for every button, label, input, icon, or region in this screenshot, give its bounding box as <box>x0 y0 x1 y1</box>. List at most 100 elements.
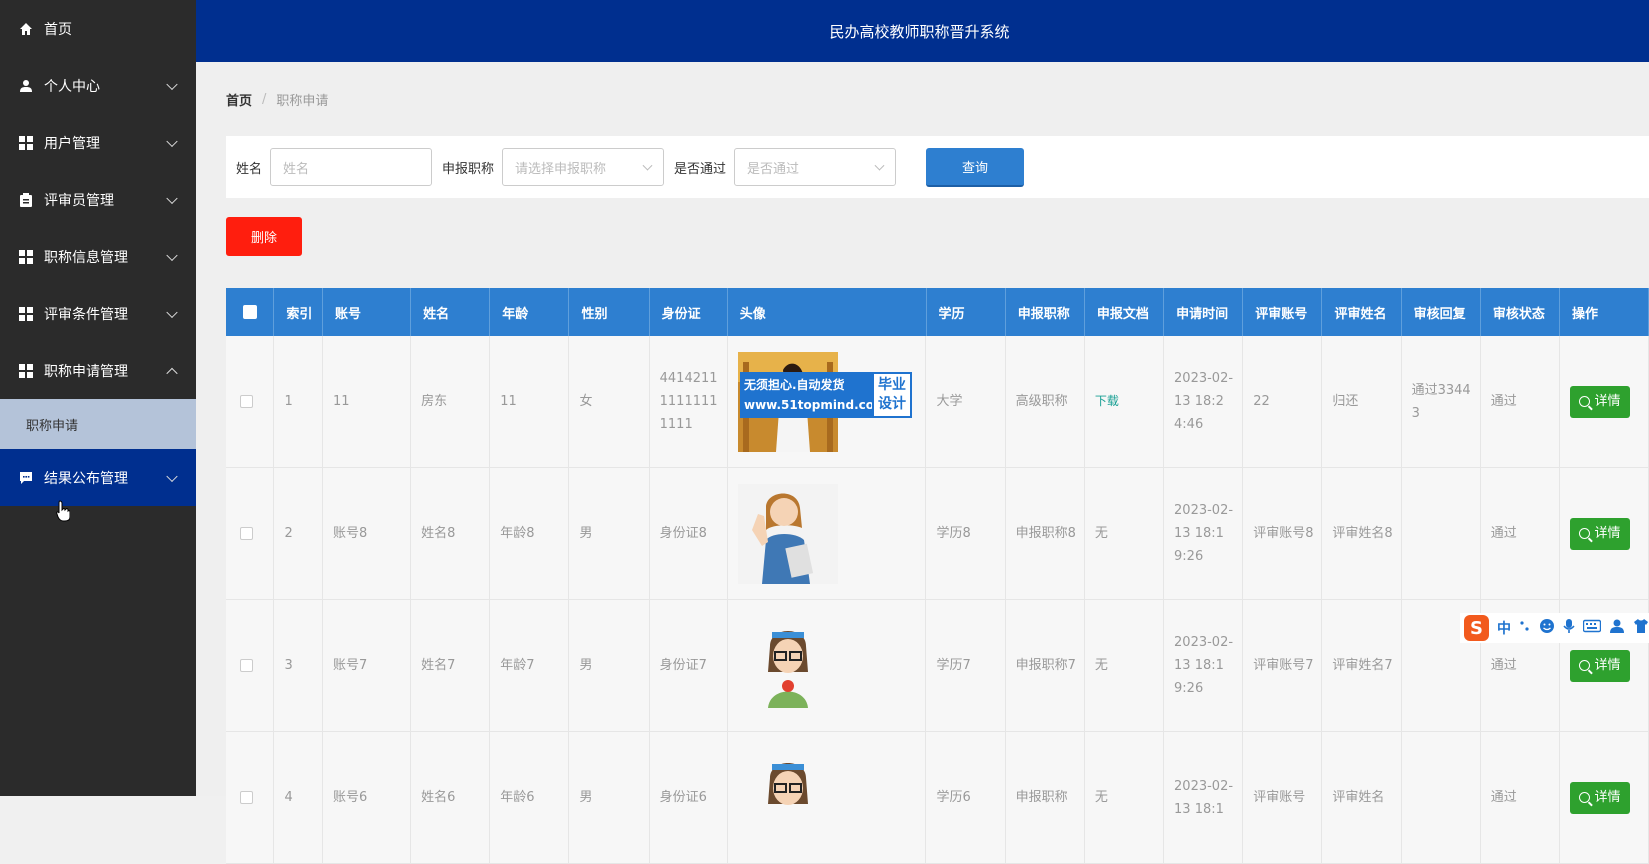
detail-button[interactable]: 详情 <box>1569 385 1630 418</box>
sidebar-subitem-title-application[interactable]: 职称申请 <box>0 399 196 449</box>
cell-age: 年龄6 <box>490 732 570 863</box>
sidebar-item-label: 评审员管理 <box>44 192 114 209</box>
cell-title: 申报职称8 <box>1006 468 1085 599</box>
sidebar-item-home[interactable]: 首页 <box>0 0 196 57</box>
cell-avatar <box>728 732 927 863</box>
chevron-down-icon <box>166 306 178 318</box>
chevron-up-icon <box>166 367 178 379</box>
sidebar-item-label: 职称申请管理 <box>44 363 128 380</box>
grid-icon <box>18 135 34 151</box>
detail-button[interactable]: 详情 <box>1569 649 1630 682</box>
cell-account: 账号6 <box>323 732 412 863</box>
detail-button[interactable]: 详情 <box>1569 517 1630 550</box>
main-content: 首页 / 职称申请 姓名 姓名 申报职称 请选择申报职称 是否通过 是否通过 查… <box>196 62 1649 864</box>
sidebar-item-review-conditions-management[interactable]: 评审条件管理 <box>0 285 196 342</box>
ime-emoji-icon[interactable] <box>1539 618 1555 638</box>
grid-icon <box>18 363 34 379</box>
cell-index: 2 <box>274 468 324 599</box>
cell-reviewer-account: 评审账号8 <box>1243 468 1323 599</box>
cell-operation: 详情 <box>1560 468 1649 599</box>
breadcrumb-home[interactable]: 首页 <box>226 90 252 109</box>
ime-punctuation-icon[interactable] <box>1519 619 1531 637</box>
row-checkbox[interactable] <box>240 527 254 540</box>
pass-select[interactable]: 是否通过 <box>734 148 897 186</box>
header-cell: 头像 <box>728 288 927 336</box>
detail-button-label: 详情 <box>1594 394 1621 409</box>
cell-reply <box>1402 468 1481 599</box>
header-cell: 申报文档 <box>1085 288 1165 336</box>
search-panel: 姓名 姓名 申报职称 请选择申报职称 是否通过 是否通过 查询 <box>226 136 1649 198</box>
cell-age: 年龄7 <box>490 600 570 731</box>
cell-index: 4 <box>274 732 324 863</box>
header-cell: 评审账号 <box>1243 288 1323 336</box>
download-link[interactable]: 下载 <box>1095 390 1119 413</box>
cell-id-card: 身份证7 <box>650 600 728 731</box>
cell-age: 年龄8 <box>490 468 570 599</box>
header-cell: 账号 <box>323 288 412 336</box>
name-input-placeholder: 姓名 <box>283 161 310 177</box>
cell-sex: 女 <box>569 336 650 467</box>
cell-document: 无 <box>1085 600 1165 731</box>
header-cell: 操作 <box>1560 288 1649 336</box>
app-title: 民办高校教师职称晋升系统 <box>829 22 1010 41</box>
header-cell: 申报职称 <box>1006 288 1085 336</box>
ime-language-toggle[interactable]: 中 <box>1497 618 1511 638</box>
watermark-badge-line1: 毕业 <box>878 377 906 393</box>
ime-microphone-icon[interactable] <box>1563 618 1575 638</box>
mouse-cursor-icon <box>56 500 70 522</box>
delete-button[interactable]: 删除 <box>226 217 302 256</box>
sidebar-item-title-info-management[interactable]: 职称信息管理 <box>0 228 196 285</box>
chevron-down-icon <box>874 160 885 171</box>
header-cell: 性别 <box>569 288 650 336</box>
cell-account: 11 <box>323 336 412 467</box>
chevron-down-icon <box>166 135 178 147</box>
ime-user-icon[interactable] <box>1609 618 1625 638</box>
ime-logo-icon[interactable]: S <box>1464 615 1489 641</box>
title-select[interactable]: 请选择申报职称 <box>502 148 665 186</box>
ime-skin-icon[interactable] <box>1633 618 1649 638</box>
cell-reviewer-name: 评审姓名 <box>1322 732 1402 863</box>
sidebar-item-user-management[interactable]: 用户管理 <box>0 114 196 171</box>
header-cell: 索引 <box>274 288 323 336</box>
sidebar-item-personal-center[interactable]: 个人中心 <box>0 57 196 114</box>
sidebar-item-label: 结果公布管理 <box>44 470 128 487</box>
clipboard-icon <box>18 192 34 208</box>
name-input[interactable]: 姓名 <box>270 148 433 186</box>
title-select-placeholder: 请选择申报职称 <box>515 161 607 177</box>
detail-button[interactable]: 详情 <box>1569 781 1630 814</box>
header-cell: 姓名 <box>411 288 491 336</box>
sidebar-item-label: 个人中心 <box>44 78 100 95</box>
select-all-checkbox[interactable] <box>242 305 257 319</box>
sidebar-item-result-publish-management[interactable]: 结果公布管理 <box>0 449 196 506</box>
sidebar-subitem-label: 职称申请 <box>26 418 79 434</box>
cell-index: 3 <box>274 600 324 731</box>
row-checkbox[interactable] <box>240 659 254 672</box>
cell-operation: 详情 <box>1560 732 1649 863</box>
chevron-down-icon <box>166 470 178 482</box>
row-checkbox[interactable] <box>240 395 254 408</box>
table-body: 1 11 房东 11 女 441421111111111111 大学 高级职称 … <box>226 336 1649 864</box>
query-button[interactable]: 查询 <box>926 147 1025 187</box>
row-checkbox[interactable] <box>240 791 254 804</box>
table-row: 3 账号7 姓名7 年龄7 男 身份证7 学历7 申报职称7 无 2023-02… <box>226 600 1649 732</box>
sidebar-item-reviewer-management[interactable]: 评审员管理 <box>0 171 196 228</box>
search-icon <box>1579 396 1591 407</box>
ime-keyboard-icon[interactable] <box>1582 619 1602 637</box>
pass-select-placeholder: 是否通过 <box>747 161 800 177</box>
cell-account: 账号7 <box>323 600 412 731</box>
avatar-illustration <box>737 483 838 584</box>
watermark-line2: www.51topmind.com <box>744 398 887 412</box>
chevron-down-icon <box>166 78 178 90</box>
ime-toolbar[interactable]: S 中 <box>1460 613 1649 643</box>
top-header: 民办高校教师职称晋升系统 <box>196 0 1649 62</box>
watermark-badge-line2: 设计 <box>878 396 906 412</box>
user-icon <box>18 78 34 94</box>
row-check-cell <box>226 468 275 599</box>
sidebar-item-title-application-management[interactable]: 职称申请管理 <box>0 342 196 399</box>
cell-name: 房东 <box>411 336 491 467</box>
home-icon <box>18 21 34 37</box>
search-icon <box>1579 660 1591 671</box>
cell-time: 2023-02-13 18:24:46 <box>1164 336 1244 467</box>
header-cell: 学历 <box>927 288 1006 336</box>
table-header: 索引 账号 姓名 年龄 性别 身份证 头像 学历 申报职称 申报文档 申请时间 … <box>226 288 1649 336</box>
